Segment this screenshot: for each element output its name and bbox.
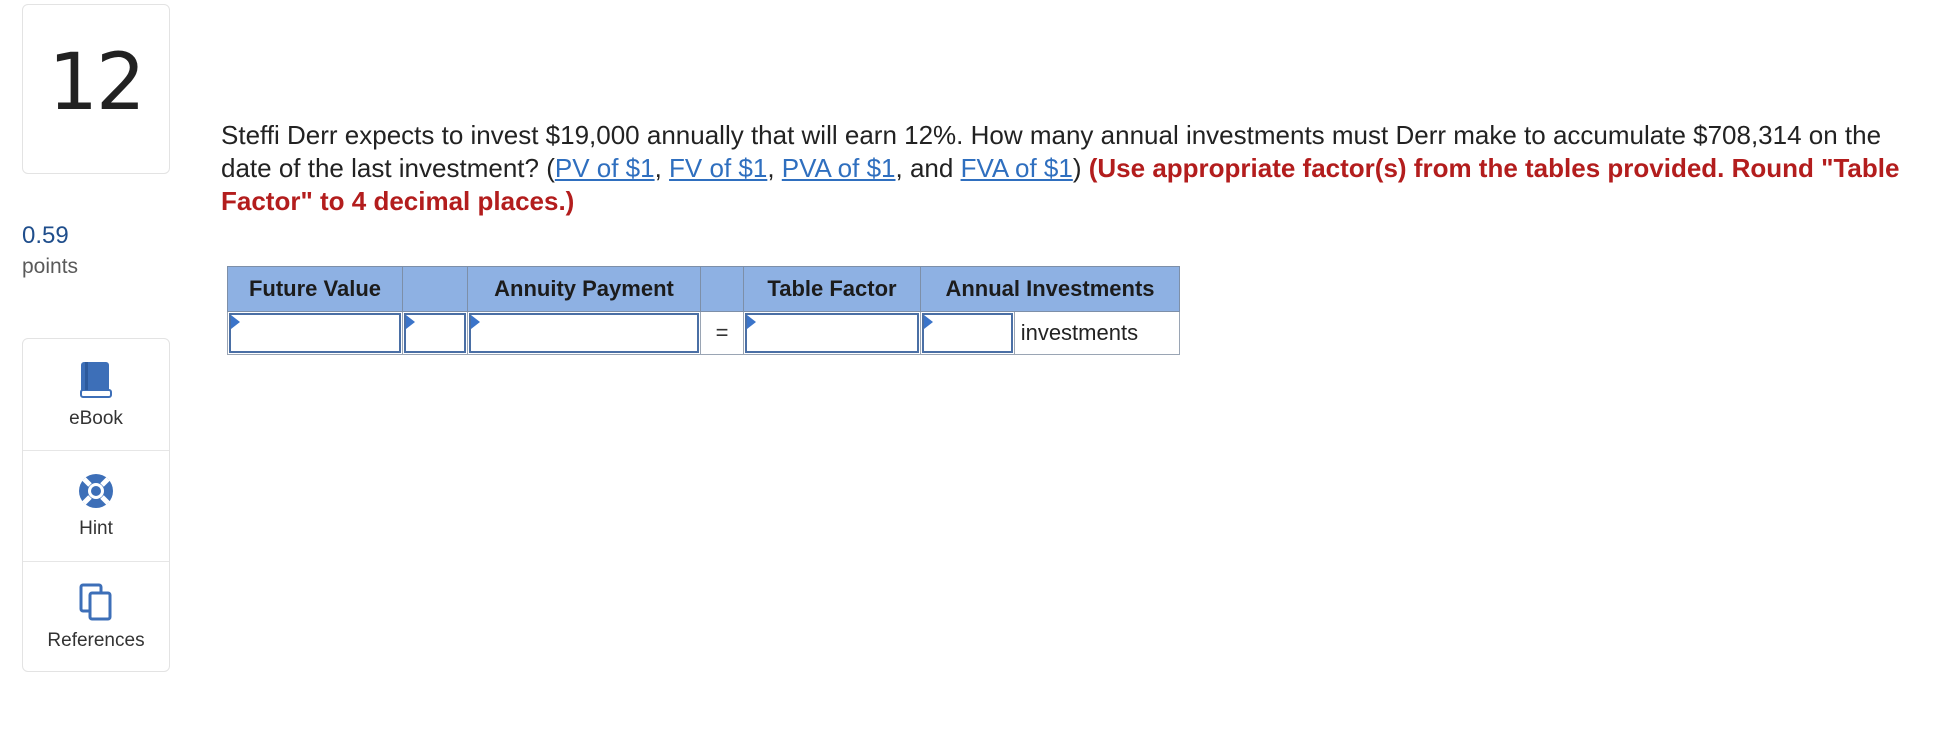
- header-operator: [402, 266, 468, 312]
- link-pv-of-1[interactable]: PV of $1: [555, 153, 655, 183]
- references-label: References: [47, 630, 145, 651]
- header-row: Future Value Annuity Payment Table Facto…: [227, 266, 1180, 312]
- operator-dropdown[interactable]: [404, 313, 466, 353]
- annuity-payment-cell: [467, 311, 701, 355]
- answer-table: Future Value Annuity Payment Table Facto…: [227, 266, 1181, 355]
- table-factor-cell: [743, 311, 921, 355]
- question-text: Steffi Derr expects to invest $19,000 an…: [221, 119, 1921, 218]
- ebook-button[interactable]: eBook: [23, 339, 169, 450]
- annual-investments-input[interactable]: [922, 313, 1013, 353]
- question-page: 12 0.59 points eBook Hint References Ste…: [0, 0, 1944, 734]
- answer-row: = investments: [227, 311, 1181, 355]
- header-equals: [700, 266, 744, 312]
- future-value-input[interactable]: [229, 313, 401, 353]
- link-separator: , and: [895, 153, 961, 183]
- header-table-factor: Table Factor: [743, 266, 921, 312]
- points-label: points: [22, 255, 79, 278]
- question-close-paren: ): [1072, 153, 1082, 183]
- annuity-payment-input[interactable]: [469, 313, 699, 353]
- copy-pages-icon: [79, 583, 112, 621]
- link-fv-of-1[interactable]: FV of $1: [669, 153, 767, 183]
- book-icon: [80, 361, 112, 398]
- table-factor-input[interactable]: [745, 313, 919, 353]
- header-future-value: Future Value: [227, 266, 403, 312]
- header-annual-investments: Annual Investments: [920, 266, 1180, 312]
- link-separator: ,: [767, 153, 782, 183]
- link-pva-of-1[interactable]: PVA of $1: [782, 153, 896, 183]
- annual-investments-cell: [920, 311, 1015, 355]
- points-value: 0.59: [22, 222, 69, 249]
- references-button[interactable]: References: [23, 561, 169, 672]
- link-fva-of-1[interactable]: FVA of $1: [961, 153, 1073, 183]
- equals-sign: =: [700, 311, 744, 355]
- future-value-cell: [227, 311, 403, 355]
- operator-cell: [402, 311, 468, 355]
- link-separator: ,: [654, 153, 670, 183]
- investments-unit-label: investments: [1013, 311, 1181, 355]
- hint-button[interactable]: Hint: [23, 450, 169, 561]
- ebook-label: eBook: [69, 407, 123, 429]
- question-number: 12: [48, 38, 145, 128]
- lifebuoy-icon: [79, 474, 113, 508]
- header-annuity-payment: Annuity Payment: [467, 266, 701, 312]
- hint-label: Hint: [79, 518, 113, 539]
- tools-panel: eBook Hint References: [22, 338, 170, 672]
- question-number-card: 12: [22, 4, 170, 174]
